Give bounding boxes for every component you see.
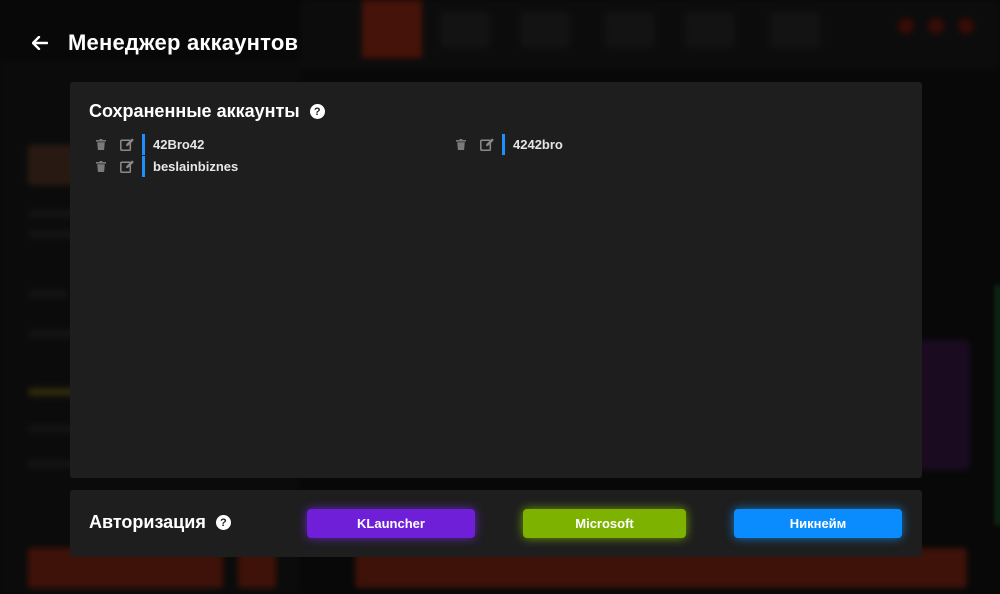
edit-icon[interactable] [120, 138, 134, 152]
page-header: Менеджер аккаунтов [30, 30, 298, 56]
account-name: beslainbiznes [153, 159, 239, 174]
account-name: 4242bro [513, 137, 563, 152]
saved-accounts-title: Сохраненные аккаунты [89, 101, 300, 121]
saved-accounts-header: Сохраненные аккаунты ? [89, 101, 325, 122]
authorization-panel: Авторизация ? KLauncher Microsoft Никней… [70, 490, 922, 557]
authorization-title: Авторизация [89, 512, 206, 532]
edit-icon[interactable] [480, 138, 494, 152]
account-name: 42Bro42 [153, 137, 205, 152]
account-item[interactable]: beslainbiznes [94, 156, 238, 177]
arrow-left-icon[interactable] [30, 33, 50, 53]
account-indicator [502, 134, 505, 155]
help-icon[interactable]: ? [215, 515, 231, 530]
account-item[interactable]: 42Bro42 [94, 134, 204, 155]
saved-accounts-panel: Сохраненные аккаунты ? 42Bro42 4242bro b… [70, 82, 922, 478]
page-title: Менеджер аккаунтов [68, 30, 299, 55]
nickname-button[interactable]: Никнейм [734, 509, 902, 538]
help-icon[interactable]: ? [309, 104, 325, 119]
account-item[interactable]: 4242bro [454, 134, 563, 155]
trash-icon[interactable] [94, 160, 108, 174]
trash-icon[interactable] [454, 138, 468, 152]
authorization-header: Авторизация ? [89, 512, 231, 533]
account-indicator [142, 134, 145, 155]
microsoft-button[interactable]: Microsoft [523, 509, 686, 538]
edit-icon[interactable] [120, 160, 134, 174]
trash-icon[interactable] [94, 138, 108, 152]
account-indicator [142, 156, 145, 177]
klauncher-button[interactable]: KLauncher [307, 509, 475, 538]
